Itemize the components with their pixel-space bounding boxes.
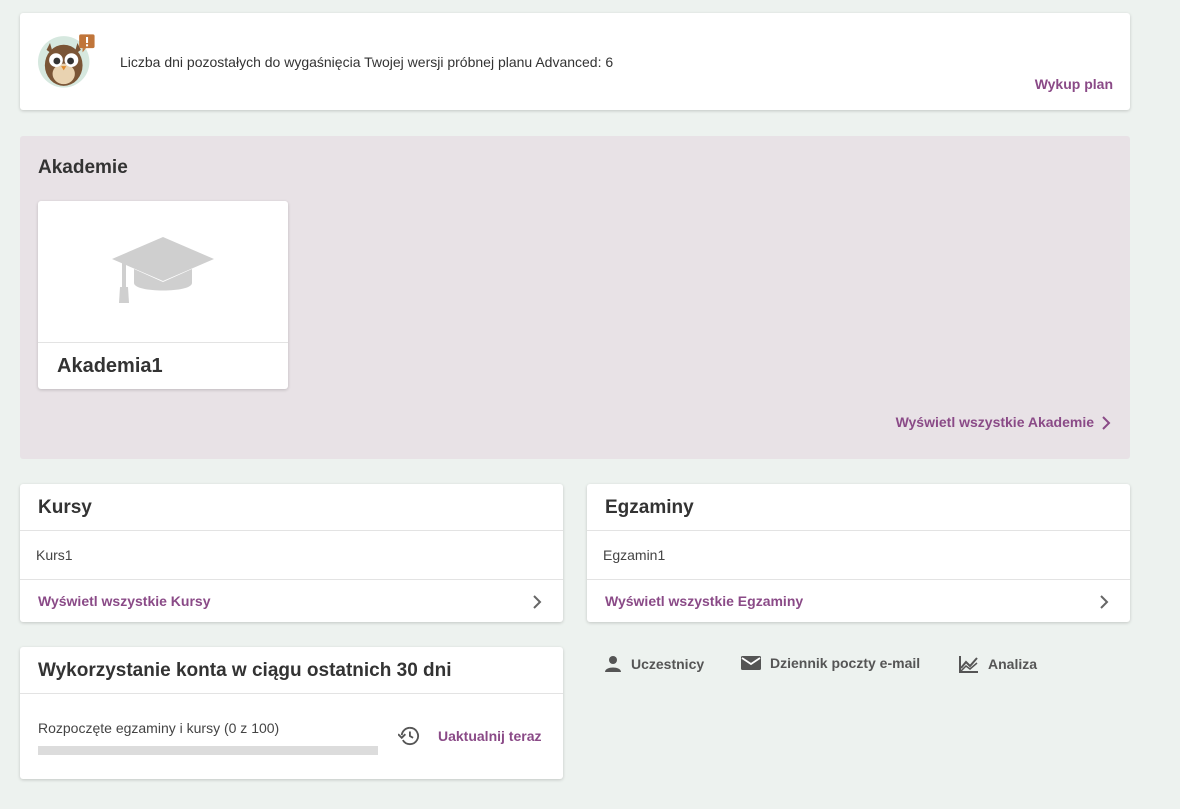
participants-label: Uczestnicy bbox=[631, 656, 705, 672]
academy-name: Akademia1 bbox=[57, 355, 163, 377]
courses-card: Kursy Kurs1 Wyświetl wszystkie Kursy bbox=[20, 484, 563, 622]
chevron-right-icon[interactable] bbox=[1098, 594, 1110, 610]
trial-message: Liczba dni pozostałych do wygaśnięcia Tw… bbox=[120, 54, 614, 70]
participants-link[interactable]: Uczestnicy bbox=[603, 654, 704, 674]
analytics-link[interactable]: Analiza bbox=[958, 654, 1037, 674]
chart-icon bbox=[959, 656, 978, 673]
exam-item[interactable]: Egzamin1 bbox=[603, 547, 665, 563]
view-all-academies-link[interactable]: Wyświetl wszystkie Akademie bbox=[896, 414, 1094, 430]
email-log-label: Dziennik poczty e-mail bbox=[770, 655, 921, 671]
divider bbox=[587, 530, 1130, 531]
upgrade-now-link[interactable]: Uaktualnij teraz bbox=[438, 728, 541, 744]
buy-plan-link[interactable]: Wykup plan bbox=[1035, 76, 1113, 92]
divider bbox=[20, 530, 563, 531]
academies-section: Akademie Akademia1 Wyświetl wszystkie Ak… bbox=[20, 136, 1130, 459]
usage-progress-bar bbox=[38, 746, 378, 755]
course-item[interactable]: Kurs1 bbox=[36, 547, 73, 563]
courses-title: Kursy bbox=[38, 497, 92, 518]
academies-title: Akademie bbox=[38, 157, 128, 178]
academy-card[interactable]: Akademia1 bbox=[38, 201, 288, 389]
usage-title: Wykorzystanie konta w ciągu ostatnich 30… bbox=[38, 660, 452, 681]
chevron-right-icon[interactable] bbox=[1100, 415, 1112, 431]
view-all-exams-link[interactable]: Wyświetl wszystkie Egzaminy bbox=[605, 593, 803, 609]
chevron-right-icon[interactable] bbox=[531, 594, 543, 610]
analytics-label: Analiza bbox=[988, 656, 1038, 672]
divider bbox=[20, 579, 563, 580]
history-icon[interactable] bbox=[398, 726, 420, 746]
view-all-courses-link[interactable]: Wyświetl wszystkie Kursy bbox=[38, 593, 210, 609]
divider bbox=[20, 693, 563, 694]
person-icon bbox=[605, 656, 621, 672]
envelope-icon bbox=[741, 656, 761, 670]
trial-banner: Liczba dni pozostałych do wygaśnięcia Tw… bbox=[20, 13, 1130, 110]
account-usage-card: Wykorzystanie konta w ciągu ostatnich 30… bbox=[20, 647, 563, 779]
exams-title: Egzaminy bbox=[605, 497, 694, 518]
academy-thumbnail bbox=[38, 201, 288, 343]
divider bbox=[587, 579, 1130, 580]
graduation-cap-icon bbox=[112, 237, 214, 303]
email-log-link[interactable]: Dziennik poczty e-mail bbox=[740, 654, 920, 672]
usage-label: Rozpoczęte egzaminy i kursy (0 z 100) bbox=[38, 720, 280, 736]
exams-card: Egzaminy Egzamin1 Wyświetl wszystkie Egz… bbox=[587, 484, 1130, 622]
owl-mascot-icon bbox=[38, 34, 95, 88]
